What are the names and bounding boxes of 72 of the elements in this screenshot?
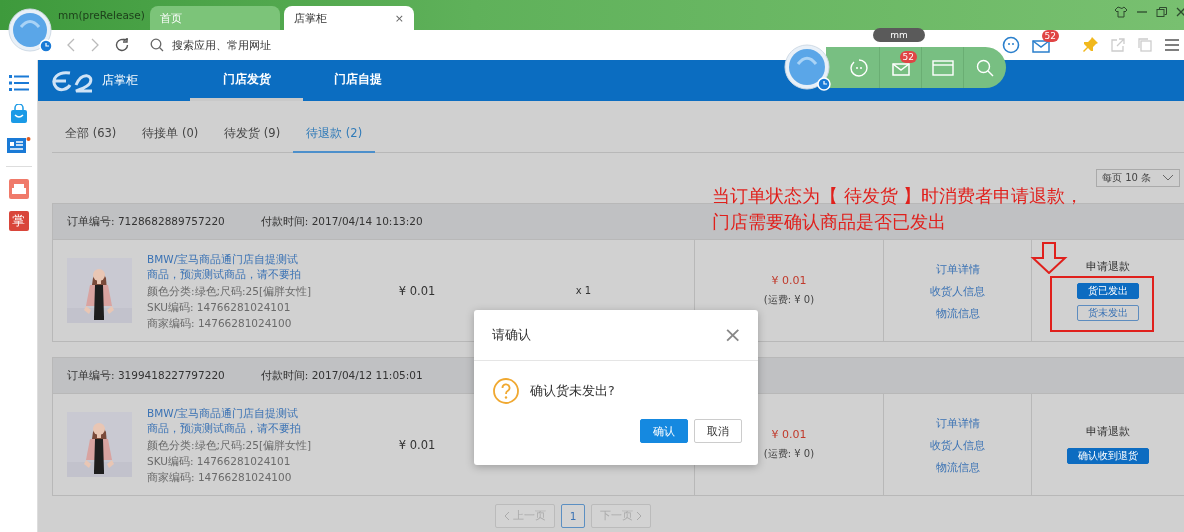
- order-link[interactable]: 收货人信息: [930, 282, 985, 299]
- filter-tab[interactable]: 待发货 (9): [211, 115, 294, 153]
- forward-icon[interactable]: [90, 38, 100, 52]
- page-size-dropdown[interactable]: 每页 10 条: [1096, 169, 1180, 187]
- nav-tab[interactable]: 门店自提: [323, 60, 393, 101]
- quantity: x 1: [574, 285, 593, 296]
- action-button[interactable]: 货未发出: [1077, 305, 1139, 321]
- dialog-message: 确认货未发出?: [530, 382, 615, 400]
- filter-tab[interactable]: 全部 (63): [52, 115, 130, 153]
- list-icon[interactable]: [8, 74, 29, 92]
- nav-tab[interactable]: 门店发货: [190, 60, 303, 101]
- product-spec: 颜色分类:绿色;尺码:25[偏胖女性]: [147, 283, 313, 298]
- filter-tab[interactable]: 待接单 (0): [129, 115, 212, 153]
- back-icon[interactable]: [66, 38, 76, 52]
- shopping-bag-icon[interactable]: [9, 104, 28, 124]
- product-spec: SKU编码: 14766281024101: [147, 299, 292, 314]
- tooltip: mm: [873, 28, 925, 42]
- smiley-icon[interactable]: [1002, 36, 1020, 54]
- chevron-down-icon[interactable]: [1162, 174, 1174, 182]
- product-spec: 商家编码: 14766281024100: [147, 469, 293, 484]
- app-icon[interactable]: 掌: [8, 211, 29, 231]
- payment-time: 付款时间: 2017/04/14 10:13:20: [260, 214, 423, 229]
- confirm-button[interactable]: 确认: [640, 419, 688, 443]
- close-button[interactable]: ×: [723, 324, 742, 346]
- cancel-button[interactable]: 取消: [694, 419, 742, 443]
- close-icon[interactable]: [1176, 6, 1184, 18]
- dialog-title: 请确认: [492, 326, 531, 344]
- filter-tab[interactable]: 待退款 (2): [293, 115, 376, 153]
- arrow-annotation: [1030, 242, 1070, 274]
- search-icon[interactable]: [150, 38, 164, 52]
- annotation-text: 当订单状态为【 待发货 】时消费者申请退款， 门店需要确认商品是否已发出: [712, 184, 1084, 234]
- unread-badge: 52: [899, 51, 917, 63]
- reload-icon[interactable]: [114, 37, 130, 53]
- unread-badge: 52: [1041, 30, 1059, 42]
- payment-time: 付款时间: 2017/04/12 11:05:01: [260, 368, 423, 383]
- order-total: ¥ 0.01: [771, 274, 807, 287]
- order-link[interactable]: 收货人信息: [930, 436, 985, 453]
- product-spec: 商家编码: 14766281024100: [147, 315, 293, 330]
- order-link[interactable]: 订单详情: [935, 414, 980, 431]
- order-number: 订单编号: 7128682889757220: [67, 214, 225, 229]
- profile-name: mm(preRelease): [58, 9, 146, 21]
- unit-price: ¥ 0.01: [397, 283, 437, 298]
- order-status: 申请退款: [1086, 425, 1130, 439]
- shipping-fee: (运费: ¥ 0): [763, 447, 815, 461]
- avatar-icon[interactable]: [784, 44, 832, 92]
- order-status: 申请退款: [1086, 260, 1130, 274]
- browser-tab[interactable]: 首页: [150, 6, 280, 30]
- printer-icon[interactable]: [8, 179, 29, 199]
- product-link[interactable]: BMW/宝马商品通门店自提测试商品，预演测试商品，请不要拍: [147, 405, 305, 436]
- unit-price: ¥ 0.01: [397, 437, 437, 452]
- page-button[interactable]: 1: [561, 504, 585, 528]
- app-title: 店掌柜: [102, 72, 138, 89]
- address-field[interactable]: 搜索应用、常用网址: [170, 37, 374, 53]
- browser-tab[interactable]: 店掌柜 ×: [284, 6, 414, 30]
- id-card-icon[interactable]: [6, 136, 31, 154]
- close-tab-button[interactable]: ×: [394, 11, 404, 25]
- product-spec: SKU编码: 14766281024101: [147, 453, 292, 468]
- order-number: 订单编号: 3199418227797220: [67, 368, 225, 383]
- product-spec: 颜色分类:绿色;尺码:25[偏胖女性]: [147, 437, 313, 452]
- product-link[interactable]: BMW/宝马商品通门店自提测试商品，预演测试商品，请不要拍: [147, 251, 305, 282]
- avatar-icon[interactable]: [8, 8, 54, 54]
- action-button[interactable]: 确认收到退货: [1067, 448, 1149, 464]
- order-link[interactable]: 物流信息: [935, 458, 980, 475]
- order-total: ¥ 0.01: [771, 428, 807, 441]
- order-link[interactable]: 物流信息: [935, 304, 980, 321]
- shipping-fee: (运费: ¥ 0): [763, 293, 815, 307]
- restore-icon[interactable]: [1156, 6, 1168, 18]
- menu-icon[interactable]: [1164, 38, 1180, 52]
- shirt-icon[interactable]: [1114, 6, 1128, 18]
- question-icon[interactable]: [492, 377, 520, 405]
- action-button[interactable]: 货已发出: [1077, 283, 1139, 299]
- order-link[interactable]: 订单详情: [935, 260, 980, 277]
